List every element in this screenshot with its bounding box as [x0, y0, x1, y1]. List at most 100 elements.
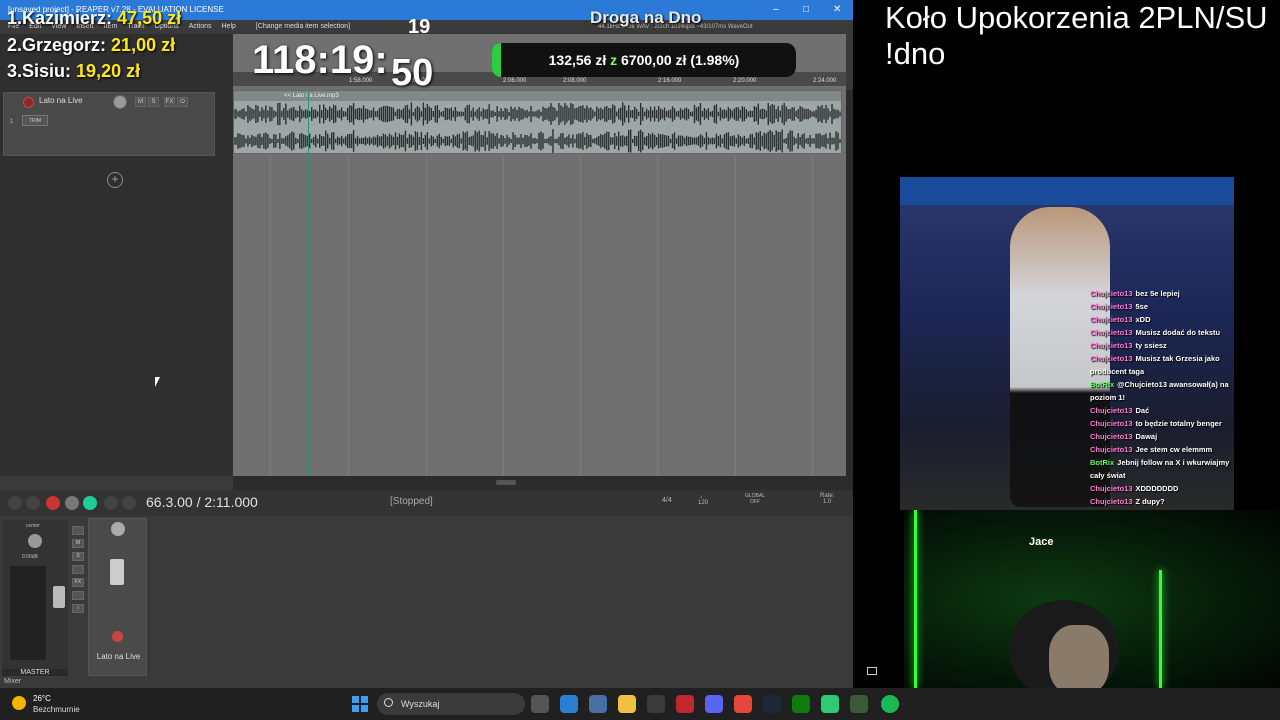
mono-button[interactable] — [72, 526, 84, 535]
donor-rank: 1. — [7, 8, 23, 28]
stop-icon[interactable] — [104, 496, 118, 510]
chat-username: Chujcieto13 — [1090, 315, 1133, 324]
info-button[interactable]: i — [72, 604, 84, 613]
taskbar-search[interactable]: Wyszukaj — [377, 693, 525, 715]
horizontal-scrollbar[interactable] — [233, 476, 853, 490]
weather-description[interactable]: Bezchmurnie — [33, 705, 80, 714]
chat-message: Chujcieto13 xDD — [1090, 313, 1234, 326]
trim-button[interactable] — [72, 591, 84, 600]
go-to-start-icon[interactable] — [8, 496, 22, 510]
mixer-tab[interactable]: Mixer — [4, 678, 21, 685]
tempo-display[interactable]: ♩ 120 — [698, 494, 708, 506]
menu-actions[interactable]: Actions — [189, 20, 212, 34]
grid-line — [735, 156, 736, 476]
pause-icon[interactable] — [122, 496, 136, 510]
close-icon[interactable]: ✕ — [833, 0, 841, 20]
chat-text: XDDDDDDD — [1135, 484, 1179, 493]
lastpass-icon[interactable] — [676, 695, 694, 713]
store-icon[interactable] — [589, 695, 607, 713]
global-value: OFF — [750, 499, 760, 505]
grid-line — [348, 156, 349, 476]
maximize-icon[interactable]: □ — [803, 0, 809, 20]
transport-bar: 66.3.00 / 2:11.000 [Stopped] 4/4 ♩ 120 G… — [0, 490, 853, 516]
mute-button[interactable]: M — [72, 539, 84, 548]
chat-text: Z dupy? — [1135, 497, 1165, 506]
track-name[interactable]: Lato na Live — [39, 96, 83, 105]
arrange-view[interactable]: 1:58.000 2:00.000 2:06.000 2:08.000 2:16… — [233, 34, 846, 476]
menu-help[interactable]: Help — [222, 20, 236, 34]
chat-username: Chujcieto13 — [1090, 289, 1133, 298]
chat-text: ty ssiesz — [1135, 341, 1167, 350]
chat-message: BotRix Jebnij follow na X i wkurwiajmy ca… — [1090, 456, 1234, 482]
copilot-icon[interactable] — [560, 695, 578, 713]
solo-button[interactable]: S — [72, 552, 84, 561]
fx-button[interactable]: FX — [164, 97, 175, 107]
sun-icon[interactable] — [12, 696, 26, 710]
background-photo: Chujcieto13 bez 5e lepiej Chujcieto13 5se Ch… — [900, 177, 1234, 510]
go-to-end-icon[interactable] — [26, 496, 40, 510]
fx-button[interactable]: FX — [72, 578, 84, 587]
chat-message: Chujcieto13 Jee stem cw elemmm — [1090, 443, 1234, 456]
position-readout[interactable]: 66.3.00 / 2:11.000 — [146, 494, 258, 510]
io-icon[interactable]: ⏻ — [177, 97, 188, 107]
tempo-value: 120 — [698, 500, 709, 506]
scrollbar-thumb[interactable] — [496, 480, 516, 485]
ruler-mark: 2:08.000 — [563, 78, 587, 84]
playhead[interactable] — [308, 90, 309, 476]
add-track-icon[interactable]: + — [107, 172, 123, 188]
windows-taskbar: 26°C Bezchmurnie Wyszukaj — [0, 688, 1280, 720]
master-fader[interactable] — [53, 586, 65, 608]
master-pan-knob[interactable] — [28, 534, 42, 548]
track-control-panel[interactable]: Lato na Live M S FX ⏻ 1 TRIM + — [0, 34, 233, 476]
chat-username: Chujcieto13 — [1090, 419, 1133, 428]
spotify-icon[interactable] — [881, 695, 899, 713]
minimize-icon[interactable]: – — [773, 0, 779, 20]
neon-light — [1159, 570, 1162, 688]
chat-message: Chujcieto13 Z dupy? — [1090, 495, 1234, 508]
media-item[interactable]: << Lato na Live.mp3 — [233, 90, 842, 154]
global-automation[interactable]: GLOBAL OFF — [745, 493, 765, 505]
record-arm-button[interactable] — [112, 631, 123, 642]
goal-target: 6700,00 zł — [621, 52, 687, 68]
mute-button[interactable]: M — [135, 97, 146, 107]
master-pan-label: center — [26, 523, 40, 529]
storefront-sign — [900, 177, 1234, 205]
chat-text: Dać — [1135, 406, 1150, 415]
xbox-icon[interactable] — [792, 695, 810, 713]
discord-icon[interactable] — [705, 695, 723, 713]
task-view-icon[interactable] — [531, 695, 549, 713]
trim-button[interactable]: TRIM — [22, 115, 48, 126]
master-channel-strip[interactable]: center 0.00dB MASTER — [2, 520, 68, 676]
steam-icon[interactable] — [763, 695, 781, 713]
chat-overlay: Chujcieto13 bez 5e lepiej Chujcieto13 5se Ch… — [1090, 287, 1234, 508]
waveform — [234, 102, 841, 153]
ruler-mark: 2:20.000 — [733, 78, 757, 84]
app-icon[interactable] — [647, 695, 665, 713]
repeat-icon[interactable] — [83, 496, 97, 510]
volume-knob[interactable] — [113, 95, 127, 109]
weather-temperature[interactable]: 26°C — [33, 694, 51, 703]
monitor-icon — [867, 667, 877, 675]
file-explorer-icon[interactable] — [618, 695, 636, 713]
chrome-icon[interactable] — [734, 695, 752, 713]
track-header[interactable]: Lato na Live M S FX ⏻ 1 TRIM — [3, 92, 215, 156]
track-fader[interactable] — [110, 559, 124, 585]
donor-name: Grzegorz: — [22, 35, 107, 55]
reaper-icon[interactable] — [850, 695, 868, 713]
playrate[interactable]: Rate: 1.0 — [820, 493, 834, 505]
track-pan-knob[interactable] — [111, 522, 125, 536]
time-signature[interactable]: 4/4 — [662, 497, 672, 504]
play-icon[interactable] — [65, 496, 79, 510]
app-green-icon[interactable] — [821, 695, 839, 713]
record-arm-button[interactable] — [23, 97, 34, 108]
solo-button[interactable]: S — [148, 97, 159, 107]
windows-start-icon[interactable] — [352, 696, 368, 712]
chat-username: Chujcieto13 — [1090, 341, 1133, 350]
track-channel-strip[interactable]: Lato na Live — [88, 518, 147, 676]
grid-line — [580, 156, 581, 476]
donor-2: 2.Grzegorz: 21,00 zł — [7, 35, 175, 56]
donor-name: Kazimierz: — [22, 8, 113, 28]
vertical-scrollbar[interactable] — [846, 90, 853, 476]
route-button[interactable] — [72, 565, 84, 574]
record-icon[interactable] — [46, 496, 60, 510]
